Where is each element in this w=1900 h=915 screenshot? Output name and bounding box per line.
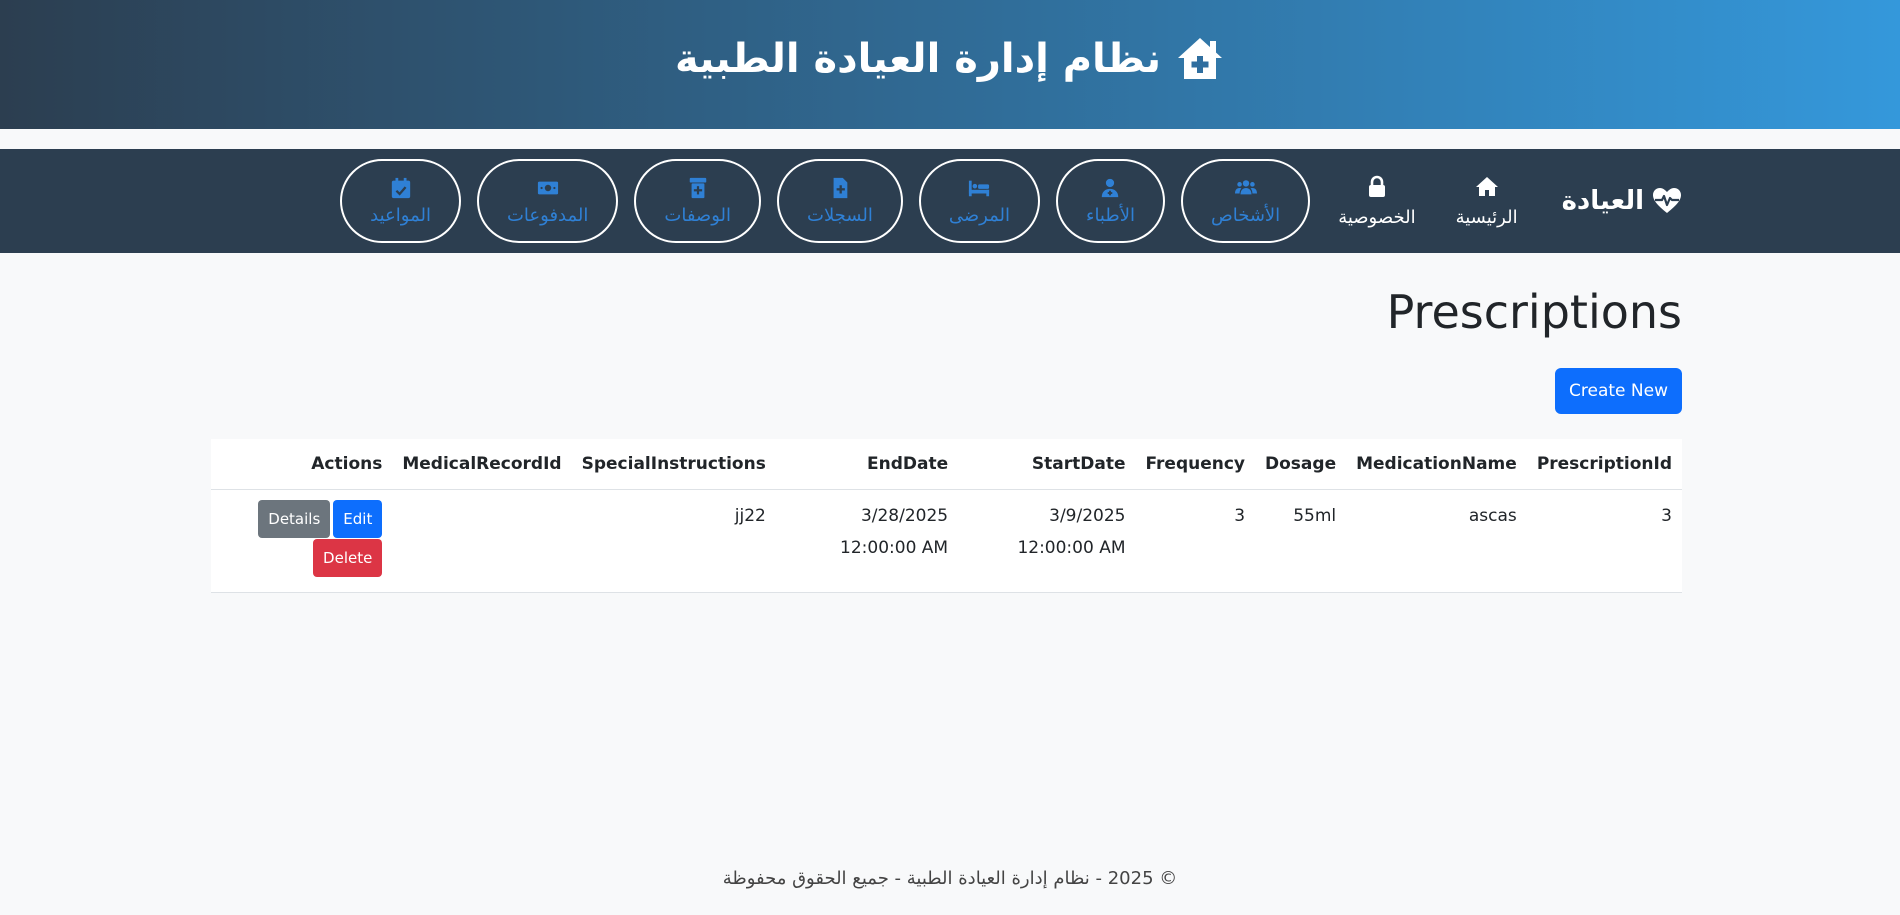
medical-file-icon [829, 177, 851, 199]
brand-label: العيادة [1561, 186, 1644, 216]
column-header-actions: Actions [211, 439, 393, 490]
money-icon [537, 177, 559, 199]
cell-enddate: 3/28/2025 12:00:00 AM [775, 489, 959, 593]
nav-item-label: السجلات [807, 204, 873, 226]
lock-icon [1365, 175, 1389, 199]
nav-item-label: الأطباء [1085, 204, 1135, 226]
nav-item-payments[interactable]: المدفوعات [476, 159, 619, 243]
nav-item-home[interactable]: الرئيسية [1444, 175, 1530, 228]
actions-cell: Details Edit Delete [211, 489, 393, 593]
calendar-check-icon [390, 177, 412, 199]
footer-text: © 2025 - نظام إدارة العيادة الطبية - جمي… [722, 868, 1178, 889]
table-header-row: Actions MedicalRecordId SpecialInstructi… [211, 439, 1682, 490]
nav-item-label: المواعيد [370, 204, 431, 226]
cell-specialinstructions: jj22 [571, 489, 776, 593]
nav-item-label: المرضى [948, 204, 1010, 226]
nav-item-label: الخصوصية [1338, 206, 1416, 228]
edit-button[interactable]: Edit [333, 500, 383, 538]
page-title: Prescriptions [1386, 285, 1682, 339]
bed-icon [968, 177, 990, 199]
main-content: Prescriptions Create New Actions Medical… [211, 253, 1682, 593]
table-row: Details Edit Delete jj22 3/28/2025 12:00:… [211, 489, 1682, 593]
home-icon [1475, 175, 1499, 199]
nav-item-prescriptions[interactable]: الوصفات [634, 159, 761, 243]
nav-item-label: الرئيسية [1455, 206, 1518, 228]
details-button[interactable]: Details [258, 500, 331, 538]
users-icon [1234, 177, 1257, 199]
nav-item-records[interactable]: السجلات [777, 159, 903, 243]
header-title: نظام إدارة العيادة الطبية [674, 35, 1162, 82]
header-title-wrap: نظام إدارة العيادة الطبية [675, 34, 1225, 84]
cell-medicationname: ascas [1346, 489, 1527, 593]
cell-dosage: 55ml [1255, 489, 1347, 593]
column-header-medicalrecordid: MedicalRecordId [392, 439, 572, 490]
house-medical-icon [1175, 34, 1225, 84]
cell-medicalrecordid [392, 489, 572, 593]
nav-item-people[interactable]: الأشخاص [1180, 159, 1311, 243]
cell-prescriptionid: 3 [1526, 489, 1682, 593]
cell-frequency: 3 [1135, 489, 1256, 593]
cell-startdate: 3/9/2025 12:00:00 AM [958, 489, 1136, 593]
column-header-medicationname: MedicationName [1346, 439, 1527, 490]
nav-items: العيادة الرئيسية الخصوصية الأشخاص الأطبا [340, 149, 1682, 253]
nav-item-label: المدفوعات [506, 204, 589, 226]
main-navbar: العيادة الرئيسية الخصوصية الأشخاص الأطبا [0, 149, 1900, 253]
nav-brand[interactable]: العيادة [1562, 186, 1682, 216]
nav-item-privacy[interactable]: الخصوصية [1326, 175, 1427, 228]
nav-item-doctors[interactable]: الأطباء [1055, 159, 1165, 243]
column-header-frequency: Frequency [1135, 439, 1256, 490]
nav-item-patients[interactable]: المرضى [918, 159, 1040, 243]
page-footer: © 2025 - نظام إدارة العيادة الطبية - جمي… [0, 868, 1900, 889]
nav-item-appointments[interactable]: المواعيد [340, 159, 461, 243]
column-header-prescriptionid: PrescriptionId [1526, 439, 1682, 490]
create-new-button[interactable]: Create New [1555, 368, 1682, 414]
column-header-specialinstructions: SpecialInstructions [571, 439, 776, 490]
nav-item-label: الأشخاص [1210, 204, 1281, 226]
prescription-bottle-icon [687, 177, 709, 199]
nav-item-label: الوصفات [664, 204, 731, 226]
page-header: نظام إدارة العيادة الطبية [0, 0, 1900, 129]
heart-pulse-icon [1652, 187, 1682, 215]
column-header-startdate: StartDate [958, 439, 1136, 490]
delete-button[interactable]: Delete [313, 539, 383, 577]
prescriptions-table: Actions MedicalRecordId SpecialInstructi… [211, 439, 1682, 593]
column-header-dosage: Dosage [1255, 439, 1347, 490]
column-header-enddate: EndDate [775, 439, 959, 490]
doctor-icon [1099, 177, 1121, 199]
